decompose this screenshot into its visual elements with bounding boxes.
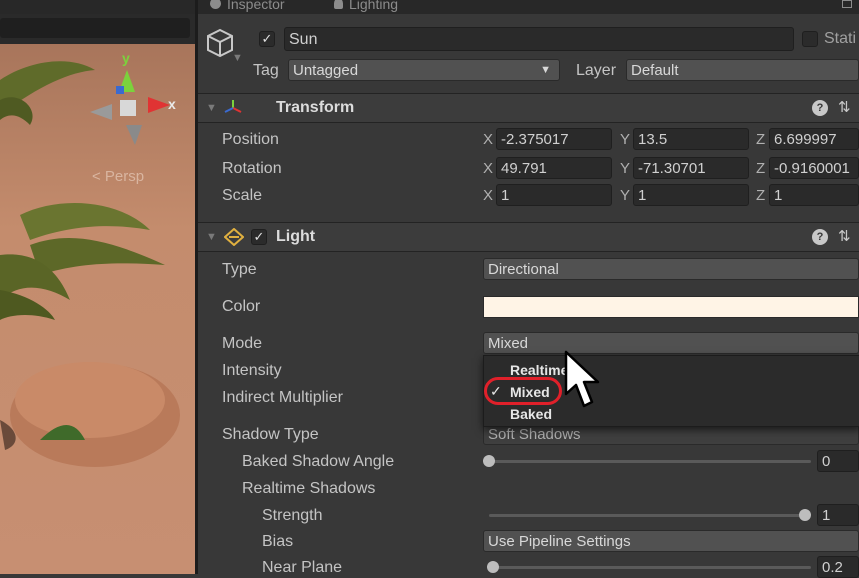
light-component-icon (224, 228, 244, 246)
tab-inspector-label: Inspector (227, 0, 285, 12)
position-x-axis-label[interactable]: X (483, 131, 493, 148)
transform-title: Transform (276, 99, 355, 116)
intensity-label: Intensity (222, 362, 282, 379)
rotation-y-axis-label[interactable]: Y (620, 160, 630, 177)
info-icon (210, 0, 221, 9)
help-icon[interactable]: ? (812, 229, 828, 245)
baked-shadow-angle-input[interactable]: 0 (817, 450, 859, 472)
type-label: Type (222, 261, 257, 278)
mouse-cursor-icon (564, 350, 600, 408)
transform-icon (224, 100, 242, 113)
strength-knob[interactable] (799, 509, 811, 521)
mode-label: Mode (222, 335, 263, 352)
scale-label: Scale (222, 187, 263, 204)
mode-dropdown[interactable]: Mixed (483, 332, 859, 354)
rotation-z-input[interactable]: -0.9160001 (769, 157, 859, 179)
color-swatch[interactable] (483, 296, 859, 318)
rotation-y-input[interactable]: -71.30701 (633, 157, 749, 179)
help-icon[interactable]: ? (812, 100, 828, 116)
scale-y-input[interactable]: 1 (633, 184, 749, 206)
scene-search-input[interactable] (0, 18, 190, 38)
scene-render (0, 44, 195, 574)
persp-label[interactable]: < Persp (92, 168, 144, 185)
icon-dropdown-chevron-icon[interactable]: ▼ (232, 52, 243, 64)
tab-lighting[interactable]: Lighting (334, 0, 398, 12)
scene-view[interactable]: y x < Persp (0, 0, 195, 574)
near-plane-slider[interactable] (489, 566, 811, 569)
type-dropdown[interactable]: Directional (483, 258, 859, 280)
scale-x-input[interactable]: 1 (496, 184, 612, 206)
static-label: Stati (824, 30, 857, 47)
light-header[interactable]: ▼ ✓ Light ? ⇅ (198, 222, 859, 252)
annotation-highlight-circle (484, 377, 562, 405)
near-plane-label: Near Plane (262, 559, 343, 576)
rotation-label: Rotation (222, 160, 282, 177)
object-name-input[interactable]: Sun (284, 27, 794, 51)
color-label: Color (222, 298, 261, 315)
tag-dropdown[interactable]: Untagged ▼ (288, 59, 560, 81)
active-checkbox[interactable]: ✓ (259, 31, 275, 47)
position-z-axis-label[interactable]: Z (756, 131, 765, 148)
inspector-panel: Inspector Lighting ▼ ✓ Sun Stati Tag Unt… (198, 0, 859, 578)
position-y-axis-label[interactable]: Y (620, 131, 630, 148)
rotation-x-axis-label[interactable]: X (483, 160, 493, 177)
rotation-x-input[interactable]: 49.791 (496, 157, 612, 179)
collapse-chevron-icon[interactable]: ▼ (206, 102, 217, 114)
scale-x-axis-label[interactable]: X (483, 187, 493, 204)
strength-input[interactable]: 1 (817, 504, 859, 526)
scale-z-axis-label[interactable]: Z (756, 187, 765, 204)
baked-shadow-angle-knob[interactable] (483, 455, 495, 467)
collapse-chevron-icon[interactable]: ▼ (206, 231, 217, 243)
tab-lighting-label: Lighting (349, 0, 399, 12)
chevron-down-icon: ▼ (540, 64, 551, 76)
baked-shadow-angle-label: Baked Shadow Angle (242, 453, 395, 470)
light-enabled-checkbox[interactable]: ✓ (251, 229, 267, 245)
bias-label: Bias (262, 533, 294, 550)
realtime-shadows-label: Realtime Shadows (242, 480, 376, 497)
near-plane-input[interactable]: 0.2 (817, 556, 859, 578)
gizmo-x-label: x (168, 96, 176, 112)
settings-sliders-icon[interactable]: ⇅ (838, 227, 851, 245)
scale-z-input[interactable]: 1 (769, 184, 859, 206)
scale-y-axis-label[interactable]: Y (620, 187, 630, 204)
shadow-type-label: Shadow Type (222, 426, 319, 443)
light-title: Light (276, 228, 316, 245)
static-checkbox[interactable] (802, 31, 818, 47)
inspector-tabbar: Inspector Lighting (198, 0, 859, 14)
tag-value: Untagged (293, 62, 359, 79)
bias-dropdown[interactable]: Use Pipeline Settings (483, 530, 859, 552)
baked-shadow-angle-slider[interactable] (489, 460, 811, 463)
menu-item-realtime[interactable]: Realtime (510, 362, 568, 378)
layer-dropdown[interactable]: Default (626, 59, 859, 81)
near-plane-knob[interactable] (487, 561, 499, 573)
strength-label: Strength (262, 507, 323, 524)
panel-menu-icon[interactable] (842, 0, 852, 8)
rotation-z-axis-label[interactable]: Z (756, 160, 765, 177)
tag-label: Tag (253, 62, 279, 79)
position-x-input[interactable]: -2.375017 (496, 128, 612, 150)
transform-header[interactable]: ▼ Transform ? ⇅ (198, 93, 859, 123)
menu-item-baked[interactable]: Baked (510, 406, 552, 422)
layer-label: Layer (576, 62, 617, 79)
strength-slider[interactable] (489, 514, 807, 517)
tab-inspector[interactable]: Inspector (210, 0, 285, 12)
scene-tabbar (0, 0, 195, 14)
lightbulb-icon (334, 0, 343, 9)
position-z-input[interactable]: 6.699997 (769, 128, 859, 150)
settings-sliders-icon[interactable]: ⇅ (838, 98, 851, 116)
indirect-multiplier-label: Indirect Multiplier (222, 389, 343, 406)
layer-value: Default (631, 62, 679, 79)
position-label: Position (222, 131, 279, 148)
position-y-input[interactable]: 13.5 (633, 128, 749, 150)
gizmo-y-label: y (122, 50, 130, 66)
